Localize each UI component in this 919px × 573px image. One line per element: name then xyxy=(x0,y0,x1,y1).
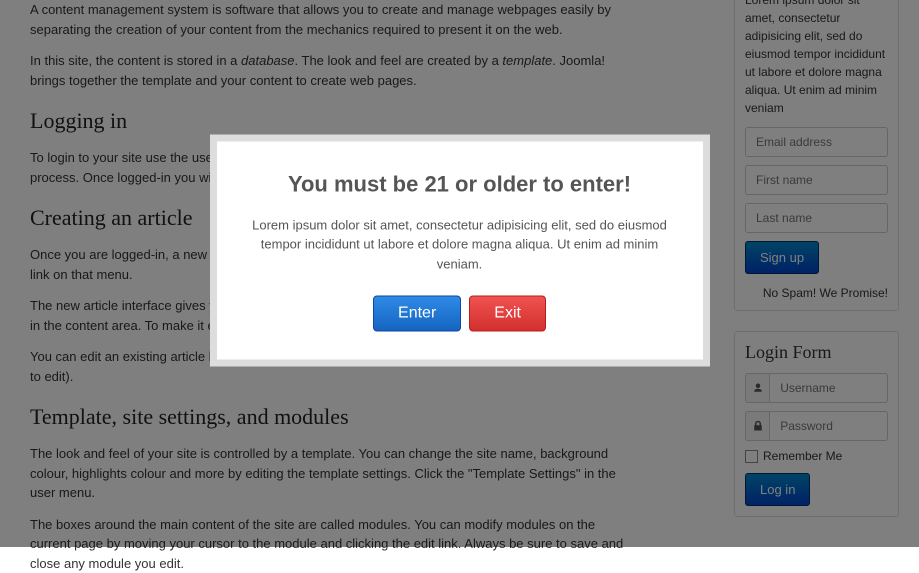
modal-title: You must be 21 or older to enter! xyxy=(242,171,678,197)
modal-button-row: Enter Exit xyxy=(242,296,678,332)
age-gate-modal: You must be 21 or older to enter! Lorem … xyxy=(210,134,710,367)
enter-button[interactable]: Enter xyxy=(373,296,461,332)
exit-button[interactable]: Exit xyxy=(469,296,546,332)
modal-text: Lorem ipsum dolor sit amet, consectetur … xyxy=(242,215,678,274)
modal-body: You must be 21 or older to enter! Lorem … xyxy=(217,141,703,360)
